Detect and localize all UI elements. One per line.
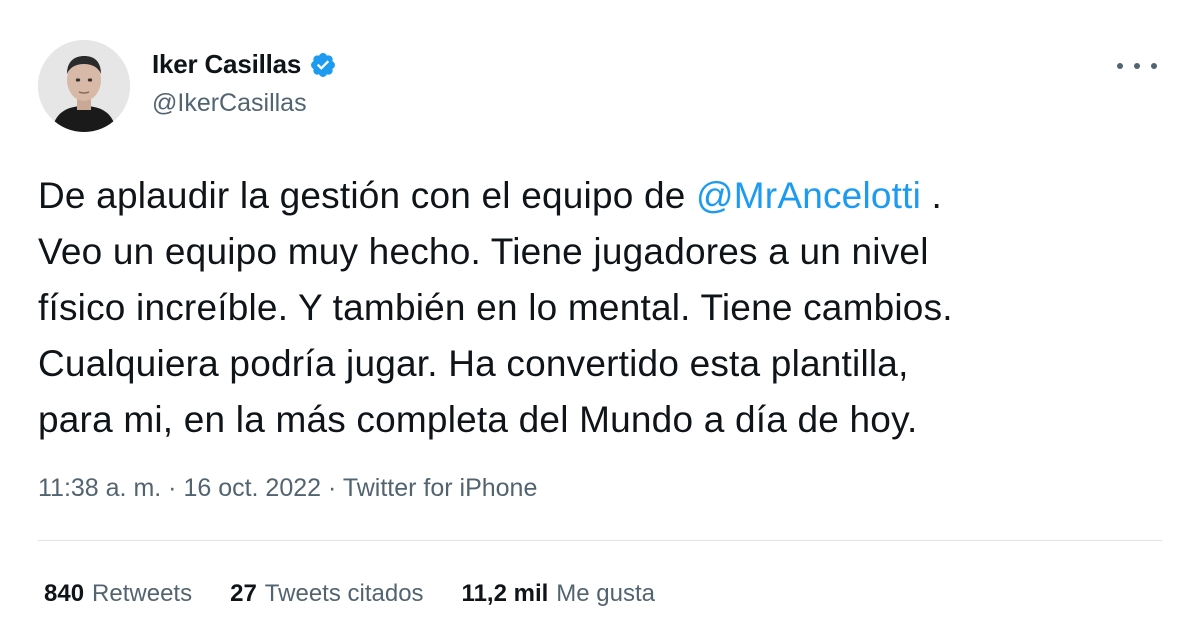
more-options-icon[interactable] <box>1117 52 1157 80</box>
tweet-source[interactable]: Twitter for iPhone <box>343 474 538 502</box>
retweets-stat[interactable]: 840 Retweets <box>44 580 192 608</box>
quotes-stat[interactable]: 27 Tweets citados <box>230 580 423 608</box>
tweet-line-text: De aplaudir la gestión con el equipo de <box>38 175 697 216</box>
tweet-text: De aplaudir la gestión con el equipo de … <box>38 168 1163 448</box>
likes-label: Me gusta <box>556 580 655 607</box>
likes-stat[interactable]: 11,2 mil Me gusta <box>462 580 655 608</box>
tweet-line: para mi, en la más completa del Mundo a … <box>38 399 918 440</box>
tweet-line: Veo un equipo muy hecho. Tiene jugadores… <box>38 231 929 272</box>
retweets-count: 840 <box>44 580 85 607</box>
author-name-row: Iker Casillas <box>152 49 337 80</box>
tweet-line: Cualquiera podría jugar. Ha convertido e… <box>38 343 909 384</box>
tweet-time[interactable]: 11:38 a. m. <box>38 474 161 502</box>
tweet-meta: 11:38 a. m. · 16 oct. 2022 · Twitter for… <box>38 474 537 503</box>
avatar[interactable] <box>38 40 130 132</box>
meta-separator: · <box>161 474 184 502</box>
quotes-label: Tweets citados <box>264 580 424 607</box>
mention-link[interactable]: @MrAncelotti <box>696 175 921 216</box>
tweet-stats: 840 Retweets 27 Tweets citados 11,2 mil Me … <box>44 580 693 608</box>
author-name[interactable]: Iker Casillas <box>152 49 301 80</box>
meta-separator: · <box>321 474 343 502</box>
quotes-count: 27 <box>230 580 257 607</box>
tweet-date[interactable]: 16 oct. 2022 <box>183 474 321 502</box>
divider <box>38 540 1162 541</box>
retweets-label: Retweets <box>92 580 193 607</box>
tweet-card: Iker Casillas @IkerCasillas De aplaudir … <box>0 0 1200 643</box>
tweet-line-text: . <box>921 175 942 216</box>
likes-count: 11,2 mil <box>461 580 549 607</box>
avatar-image <box>38 40 130 132</box>
verified-badge-icon <box>309 51 337 79</box>
tweet-line: físico increíble. Y también en lo mental… <box>38 287 953 328</box>
author-handle[interactable]: @IkerCasillas <box>152 89 307 118</box>
tweet-line: De aplaudir la gestión con el equipo de … <box>38 168 1163 224</box>
